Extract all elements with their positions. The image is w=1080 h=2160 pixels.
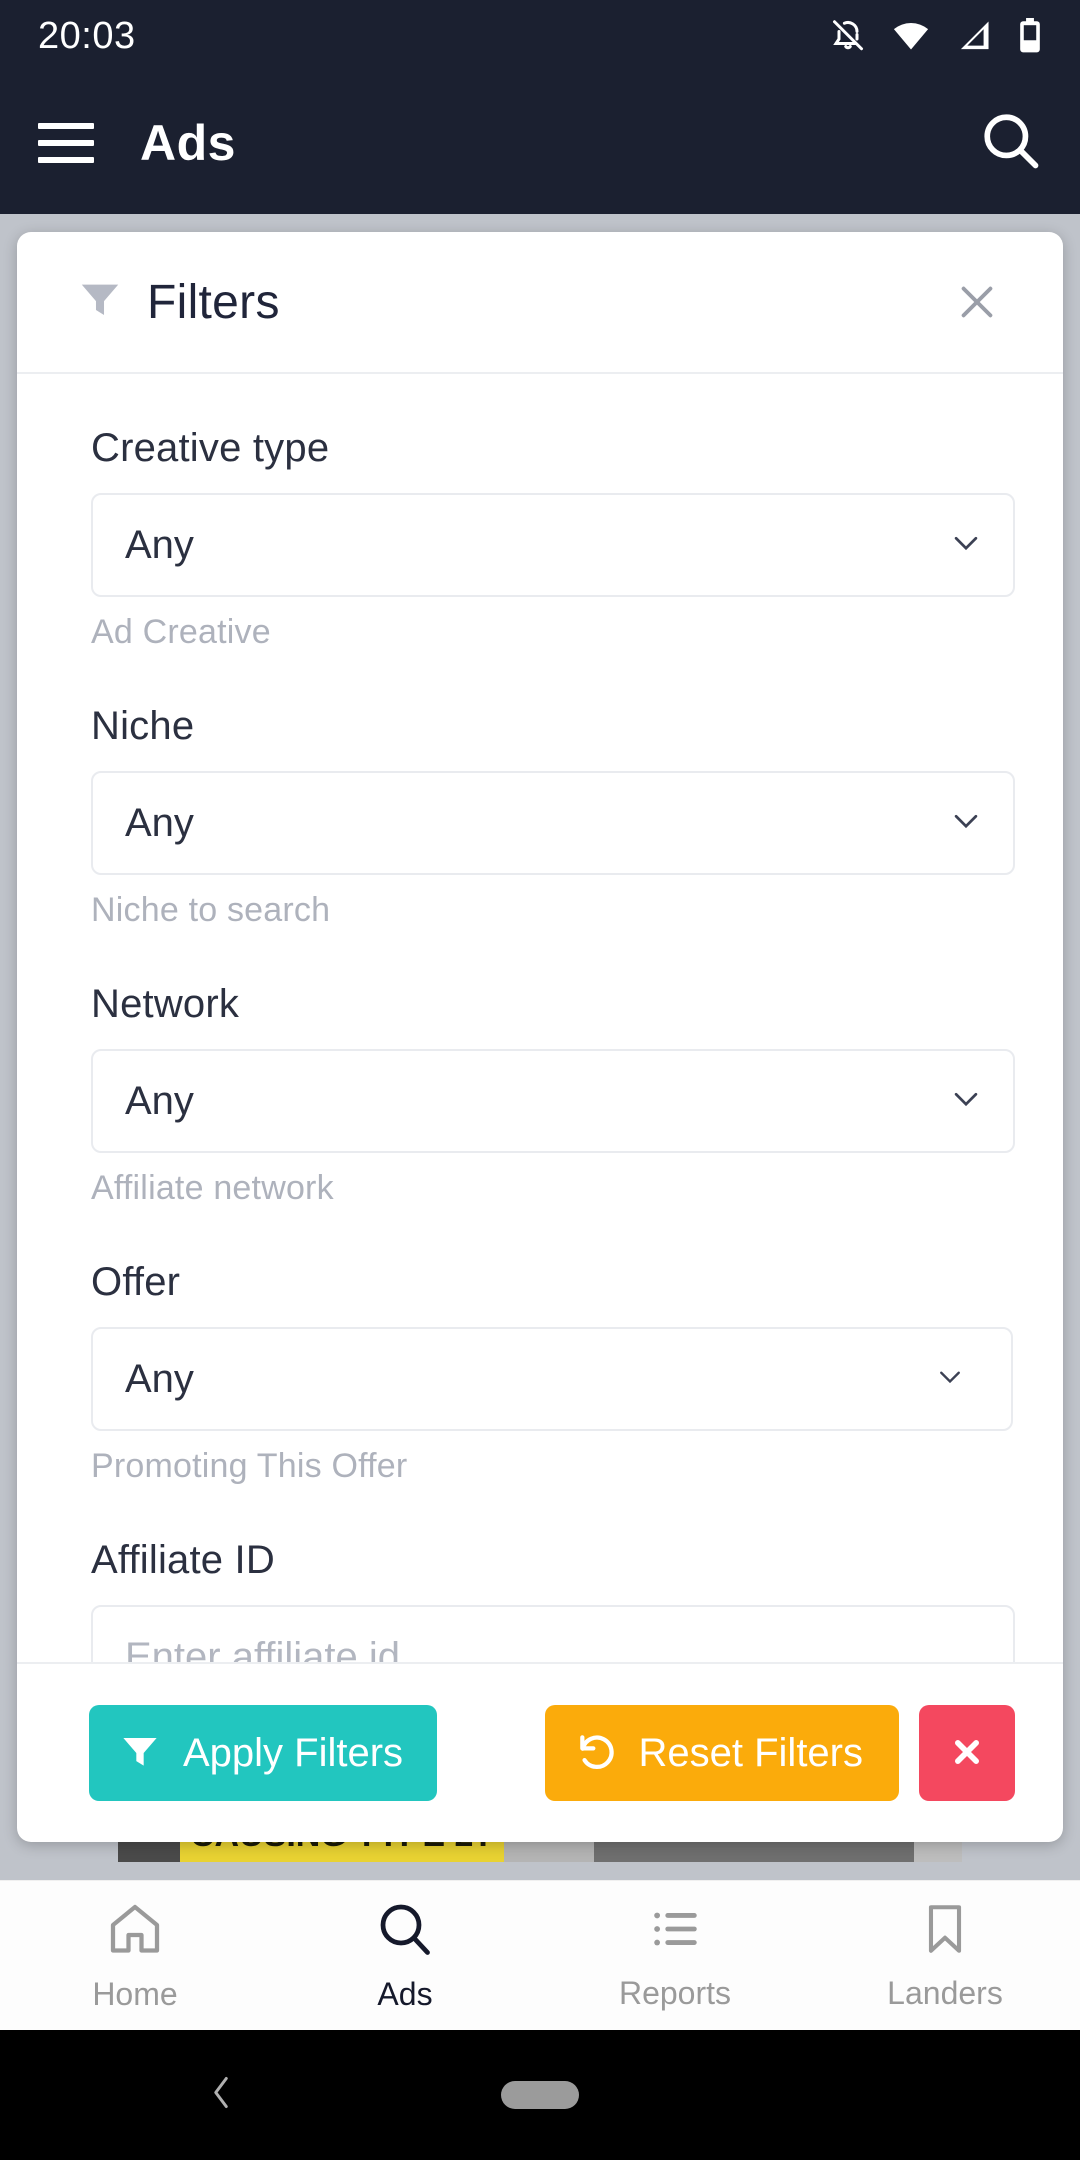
field-label: Network	[91, 982, 240, 1026]
phone-screen: 20:03 Ads Filters Creative type Any Ad C…	[0, 0, 1080, 2160]
field-hint: Niche to search	[91, 891, 331, 929]
field-label: Creative type	[91, 426, 330, 470]
close-filters-button[interactable]	[919, 1705, 1015, 1801]
search-icon	[375, 1899, 435, 1964]
cellular-signal-icon	[956, 20, 992, 52]
reset-filters-button[interactable]: Reset Filters	[544, 1705, 899, 1801]
page-title: Ads	[140, 115, 236, 171]
apply-filters-label: Apply Filters	[183, 1730, 404, 1775]
select-value: Any	[125, 1078, 194, 1123]
field-creative-type: Creative type Any Ad Creative	[91, 426, 1015, 652]
close-x-icon	[947, 1732, 987, 1775]
field-label: Affiliate ID	[91, 1538, 275, 1582]
chevron-down-icon	[949, 526, 983, 565]
affiliate-id-input[interactable]: Enter affiliate id	[91, 1605, 1015, 1662]
nav-item-reports[interactable]: Reports	[540, 1881, 810, 2030]
filter-funnel-icon	[77, 277, 123, 328]
hamburger-menu-icon[interactable]	[38, 123, 94, 163]
list-icon	[646, 1900, 704, 1963]
filters-dialog-header: Filters	[17, 232, 1063, 374]
field-network: Network Any Affiliate network	[91, 982, 1015, 1208]
search-icon[interactable]	[980, 110, 1042, 177]
filters-dialog-title: Filters	[147, 275, 280, 329]
filters-dialog-footer: Apply Filters Reset Filters	[17, 1662, 1063, 1842]
select-value: Any	[125, 1356, 194, 1401]
nav-item-ads[interactable]: Ads	[270, 1881, 540, 2030]
apply-filters-button[interactable]: Apply Filters	[89, 1705, 438, 1801]
bottom-navigation: Home Ads Reports Landers	[0, 1880, 1080, 2030]
field-offer: Offer Any Promoting This Offer	[91, 1260, 1015, 1486]
nav-label: Reports	[618, 1974, 732, 2011]
status-icon-group	[830, 17, 1042, 55]
nav-label: Landers	[887, 1974, 1003, 2011]
offer-select[interactable]: Any	[91, 1327, 1013, 1431]
status-bar: 20:03	[0, 0, 1080, 72]
field-label: Niche	[91, 704, 195, 748]
nav-item-home[interactable]: Home	[0, 1881, 270, 2030]
close-icon[interactable]	[947, 272, 1007, 332]
field-hint: Ad Creative	[91, 613, 271, 651]
bookmark-icon	[916, 1900, 974, 1963]
affiliate-id-placeholder: Enter affiliate id	[125, 1634, 400, 1663]
home-icon	[105, 1899, 165, 1964]
chevron-down-icon	[949, 1082, 983, 1121]
nav-label: Home	[92, 1975, 178, 2012]
nav-item-landers[interactable]: Landers	[810, 1881, 1080, 2030]
undo-arrow-icon	[575, 1730, 619, 1777]
home-pill-icon[interactable]	[501, 2081, 579, 2109]
bell-off-icon	[830, 17, 866, 55]
filters-dialog: Filters Creative type Any Ad Creative Ni…	[17, 232, 1063, 1842]
field-hint: Affiliate network	[91, 1169, 334, 1207]
status-clock: 20:03	[38, 15, 136, 57]
field-niche: Niche Any Niche to search	[91, 704, 1015, 930]
wifi-icon	[892, 21, 930, 51]
select-value: Any	[125, 800, 194, 845]
battery-icon	[1018, 18, 1042, 54]
back-chevron-icon[interactable]	[205, 2072, 237, 2119]
field-hint: Promoting This Offer	[91, 1447, 408, 1485]
creative-type-select[interactable]: Any	[91, 493, 1015, 597]
filters-dialog-body[interactable]: Creative type Any Ad Creative Niche Any	[17, 374, 1063, 1662]
reset-filters-label: Reset Filters	[638, 1730, 864, 1775]
field-label: Offer	[91, 1260, 181, 1304]
network-select[interactable]: Any	[91, 1049, 1015, 1153]
chevron-down-icon	[935, 1362, 965, 1397]
field-affiliate-id: Affiliate ID Enter affiliate id	[91, 1538, 1015, 1662]
chevron-down-icon	[949, 804, 983, 843]
nav-label: Ads	[377, 1975, 433, 2012]
android-system-nav	[0, 2030, 1080, 2160]
select-value: Any	[125, 522, 194, 567]
niche-select[interactable]: Any	[91, 771, 1015, 875]
app-bar: Ads	[0, 72, 1080, 214]
filter-funnel-icon	[119, 1731, 161, 1776]
